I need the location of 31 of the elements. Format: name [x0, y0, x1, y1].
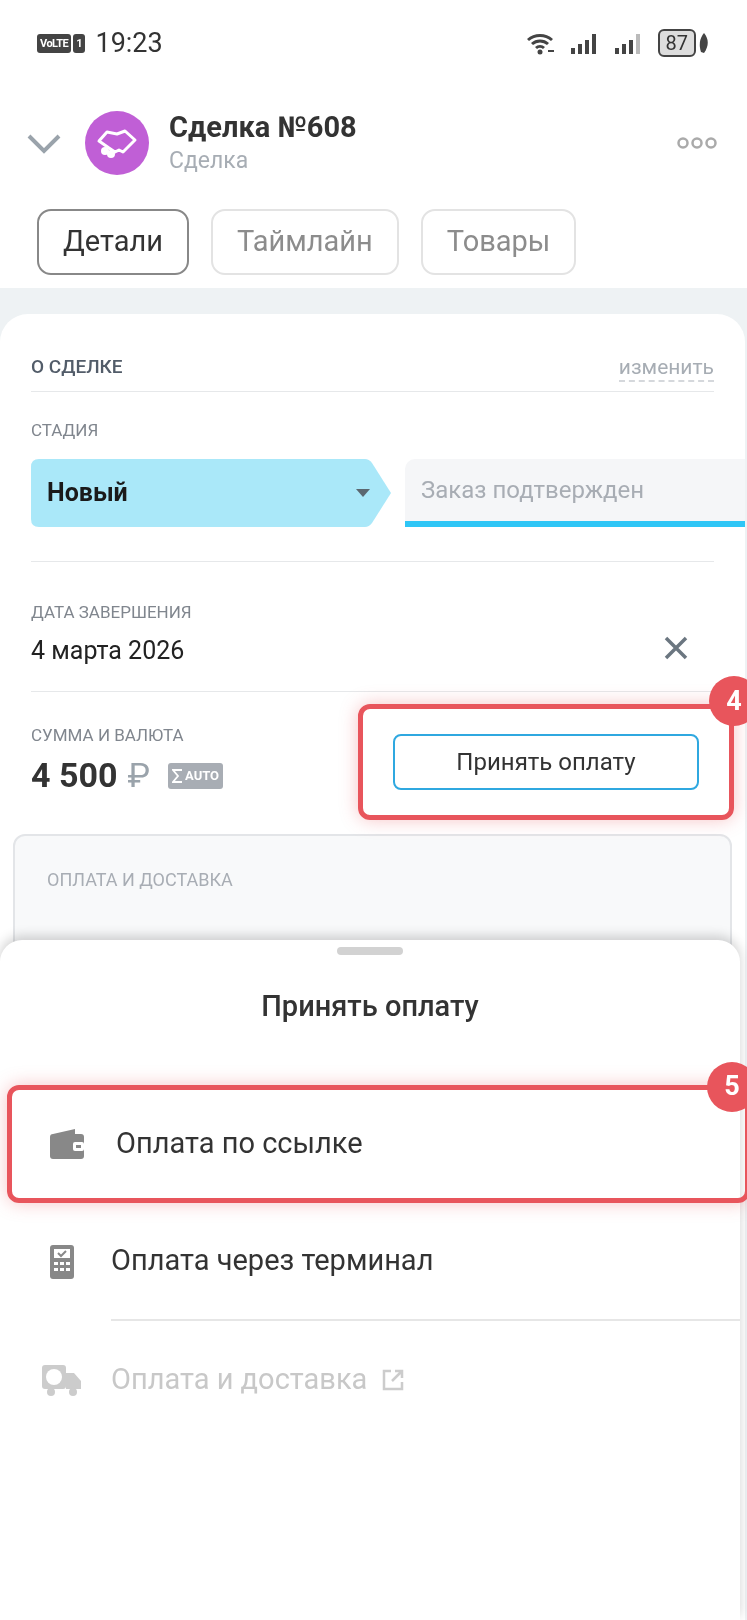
auto-badge: AUTO — [168, 763, 224, 789]
step-number-badge: 5 — [707, 1061, 747, 1112]
sim-badge: 1 — [73, 33, 86, 53]
stage-dropdown[interactable]: Новый — [31, 459, 391, 527]
field-label: СУММА И ВАЛЮТА — [31, 723, 185, 747]
amount-value: 4 500 — [31, 754, 118, 798]
close-icon[interactable] — [663, 635, 689, 661]
field-label: ДАТА ЗАВЕРШЕНИЯ — [31, 601, 192, 624]
section-heading: ОПЛАТА И ДОСТАВКА — [47, 868, 234, 892]
section-heading: О СДЕЛКЕ — [31, 354, 123, 381]
deal-subtitle: Сделка — [169, 146, 250, 176]
drag-handle[interactable] — [337, 947, 403, 955]
tab[interactable]: Детали — [37, 209, 190, 275]
field-label: СТАДИЯ — [31, 419, 100, 442]
clock: 19:23 — [95, 25, 163, 61]
deal-title: Сделка №608 — [169, 109, 357, 145]
battery-indicator: 87 — [657, 29, 696, 57]
payment-option[interactable]: Оплата через терминал — [111, 1238, 434, 1283]
accept-payment-button[interactable]: Принять оплату — [393, 734, 699, 790]
sheet-title: Принять оплату — [260, 988, 480, 1025]
dropdown-caret-icon — [355, 488, 371, 498]
step-number-badge: 4 — [709, 676, 747, 726]
chevron-down-icon[interactable] — [26, 132, 62, 154]
delivery-truck-icon — [41, 1362, 83, 1397]
wifi-icon — [525, 31, 556, 55]
sigma-icon — [172, 768, 184, 783]
volte-badge: VoLTE — [37, 33, 72, 53]
more-menu-icon[interactable] — [677, 136, 717, 150]
date-value: 4 марта 2026 — [31, 634, 186, 667]
currency-symbol: ₽ — [127, 754, 151, 798]
payment-option[interactable]: Оплата по ссылке — [116, 1121, 363, 1166]
